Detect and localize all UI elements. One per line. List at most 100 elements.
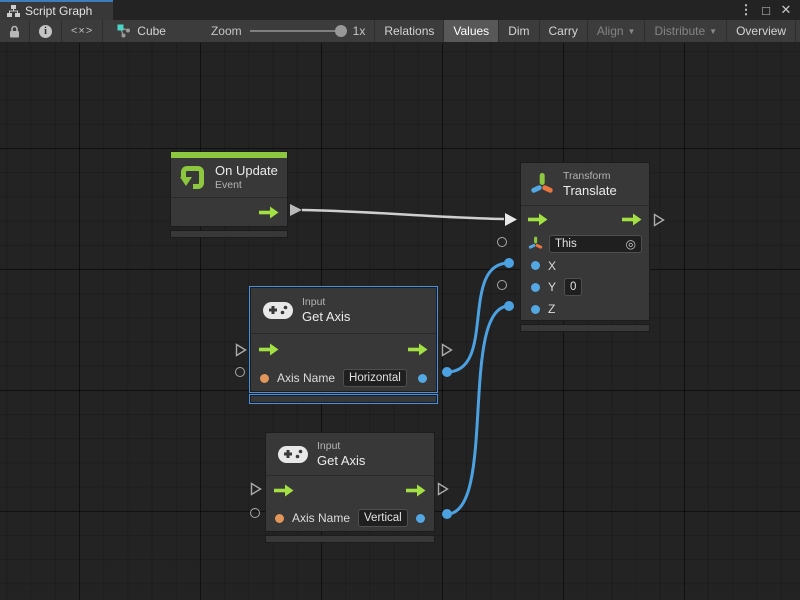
transform-icon — [530, 171, 554, 198]
chevron-down-icon: ▼ — [628, 27, 636, 36]
align-label: Align — [597, 24, 624, 38]
flow-input-port[interactable] — [528, 213, 548, 226]
zoom-slider-handle[interactable] — [335, 25, 347, 37]
string-input-port[interactable] — [275, 514, 284, 523]
value-input-port-x[interactable] — [531, 261, 540, 270]
wire-endpoint-dot[interactable] — [442, 509, 452, 519]
carry-label: Carry — [549, 24, 578, 38]
unconnected-flow-input-indicator[interactable] — [235, 343, 247, 357]
node-footer — [520, 324, 650, 332]
node-on-update[interactable]: On Update Event — [170, 151, 288, 238]
flow-input-port[interactable] — [274, 484, 294, 497]
value-output-port[interactable] — [416, 514, 425, 523]
port-label-z: Z — [548, 302, 555, 316]
flow-output-port[interactable] — [408, 343, 428, 356]
edit-code-button[interactable]: <×> — [62, 20, 103, 42]
title-bar: Script Graph ⋮ □ ✕ — [0, 0, 800, 20]
distribute-label: Distribute — [654, 24, 705, 38]
unconnected-flow-output-indicator[interactable] — [653, 213, 665, 227]
window-menu-icon[interactable]: ⋮ — [738, 2, 754, 18]
toolbar-right-group: Relations Values Dim Carry Align ▼ Distri… — [374, 20, 800, 42]
relations-label: Relations — [384, 24, 434, 38]
this-object-field[interactable]: This ◎ — [549, 235, 642, 253]
wire-endpoint-dot[interactable] — [442, 367, 452, 377]
node-get-axis-vertical[interactable]: Input Get Axis Axis Name Vertical — [265, 432, 435, 543]
axis-name-field[interactable]: Horizontal — [343, 369, 407, 387]
graph-canvas[interactable]: On Update Event Transform — [0, 43, 800, 600]
flow-input-port[interactable] — [259, 343, 279, 356]
unconnected-flow-input-indicator[interactable] — [250, 482, 262, 496]
param-label: Axis Name — [277, 371, 335, 385]
dim-button[interactable]: Dim — [499, 20, 539, 42]
flow-output-port[interactable] — [259, 206, 279, 219]
node-category: Transform — [563, 170, 617, 183]
wire-endpoint-dot[interactable] — [504, 258, 514, 268]
node-footer — [265, 535, 435, 543]
node-footer — [250, 395, 437, 403]
graph-target[interactable]: Cube — [103, 20, 175, 42]
value-wire-vertical-to-z[interactable] — [447, 306, 509, 514]
unconnected-port-indicator[interactable] — [497, 237, 507, 247]
align-dropdown[interactable]: Align ▼ — [588, 20, 646, 42]
carry-button[interactable]: Carry — [540, 20, 588, 42]
node-title: On Update — [215, 163, 278, 179]
flow-output-port[interactable] — [406, 484, 426, 497]
node-translate[interactable]: Transform Translate This ◎ — [520, 162, 650, 332]
this-field-value: This — [555, 237, 577, 251]
lock-icon — [9, 25, 20, 38]
gamepad-icon — [263, 301, 293, 320]
value-input-port-y[interactable] — [531, 283, 540, 292]
value-input-port-z[interactable] — [531, 305, 540, 314]
flow-wire-source-arrow-icon — [290, 204, 302, 216]
node-get-axis-horizontal[interactable]: Input Get Axis Axis Name Horizontal — [250, 287, 437, 403]
y-value-field[interactable]: 0 — [564, 278, 582, 296]
flow-wire-dest-arrow-icon — [505, 213, 517, 226]
zoom-label: Zoom — [211, 24, 242, 38]
unconnected-port-indicator[interactable] — [250, 508, 260, 518]
lock-button[interactable] — [0, 20, 30, 42]
code-icon: <×> — [71, 25, 93, 37]
port-label-x: X — [548, 259, 556, 273]
values-button[interactable]: Values — [444, 20, 499, 42]
overview-label: Overview — [736, 24, 786, 38]
zoom-control: Zoom 1x — [175, 20, 374, 42]
unconnected-flow-output-indicator[interactable] — [441, 343, 453, 357]
param-label: Axis Name — [292, 511, 350, 525]
node-title: Get Axis — [317, 453, 365, 469]
values-label: Values — [453, 24, 489, 38]
flow-output-port[interactable] — [622, 213, 642, 226]
maximize-icon[interactable]: □ — [758, 3, 774, 18]
fullscreen-button[interactable]: Full Screen — [796, 20, 800, 42]
unconnected-port-indicator[interactable] — [497, 280, 507, 290]
tab-label: Script Graph — [25, 4, 92, 18]
flow-wire-onupdate-to-translate[interactable] — [302, 210, 504, 219]
tab-script-graph[interactable]: Script Graph — [0, 0, 113, 20]
script-graph-icon — [7, 5, 20, 17]
node-title: Translate — [563, 183, 617, 199]
node-category: Event — [215, 179, 278, 192]
dim-label: Dim — [508, 24, 529, 38]
node-title: Get Axis — [302, 309, 350, 325]
relations-button[interactable]: Relations — [375, 20, 444, 42]
graph-node-icon — [117, 24, 131, 38]
inspect-button[interactable]: i — [30, 20, 62, 42]
graph-toolbar: i <×> Cube Zoom 1x Relations Values Dim … — [0, 20, 800, 43]
close-icon[interactable]: ✕ — [778, 2, 794, 18]
axis-name-field[interactable]: Vertical — [358, 509, 408, 527]
wire-endpoint-dot[interactable] — [504, 301, 514, 311]
graph-target-label: Cube — [137, 24, 166, 38]
chevron-down-icon: ▼ — [709, 27, 717, 36]
object-picker-icon[interactable]: ◎ — [626, 237, 636, 251]
unconnected-port-indicator[interactable] — [235, 367, 245, 377]
on-update-loop-icon — [179, 164, 206, 191]
distribute-dropdown[interactable]: Distribute ▼ — [645, 20, 727, 42]
zoom-value: 1x — [353, 24, 366, 38]
node-category: Input — [317, 440, 365, 453]
info-icon: i — [39, 25, 52, 38]
zoom-slider[interactable] — [250, 30, 345, 32]
gamepad-icon — [278, 445, 308, 464]
string-input-port[interactable] — [260, 374, 269, 383]
overview-button[interactable]: Overview — [727, 20, 796, 42]
unconnected-flow-output-indicator[interactable] — [437, 482, 449, 496]
value-output-port[interactable] — [418, 374, 427, 383]
